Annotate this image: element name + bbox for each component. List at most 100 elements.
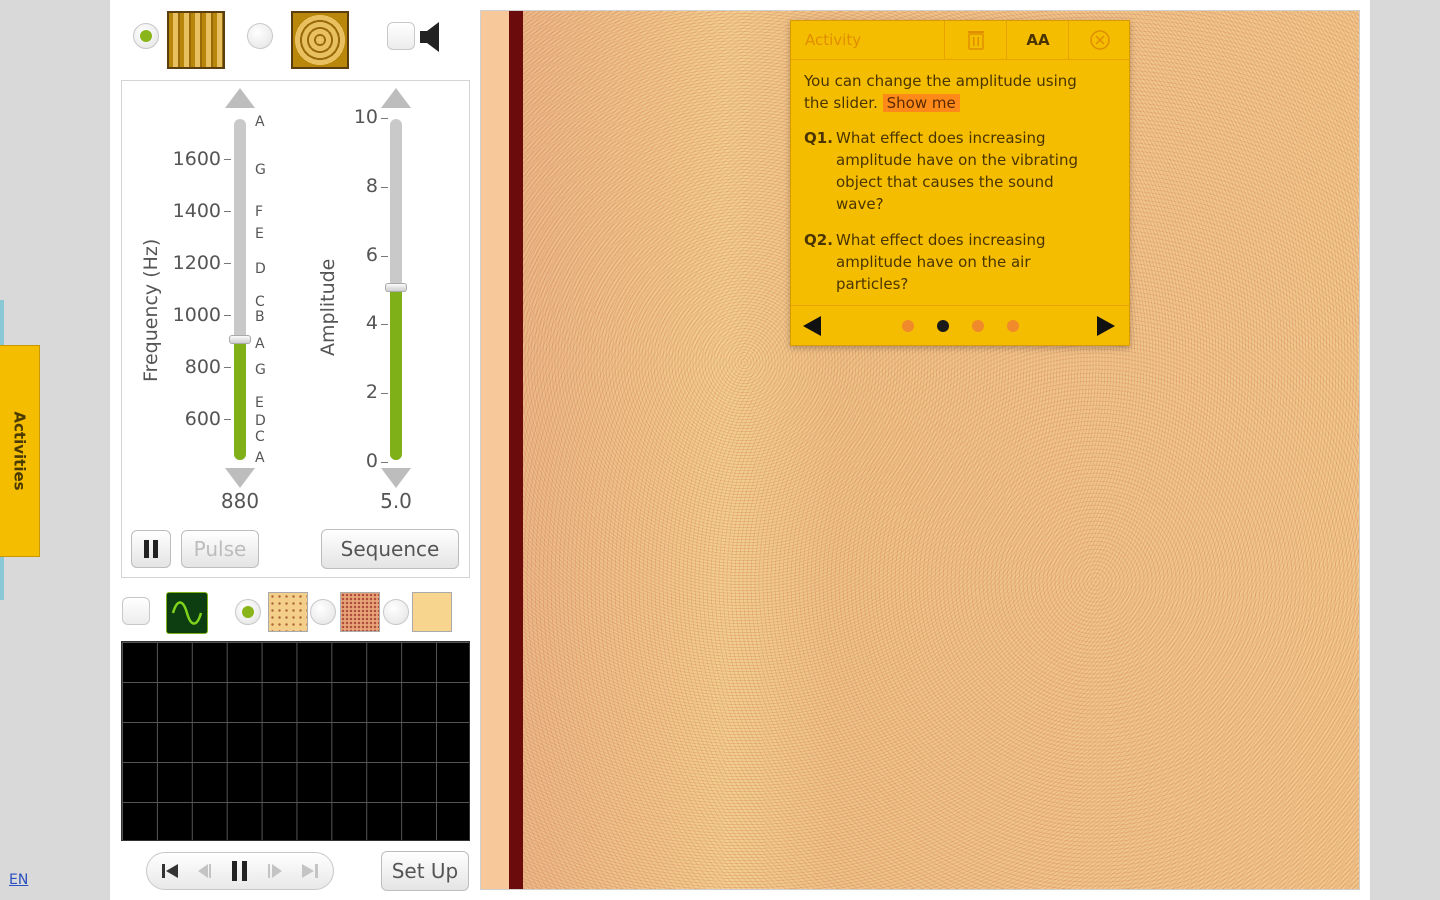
activity-footer: [791, 305, 1129, 346]
amplitude-slider-fill: [390, 289, 402, 460]
pause-button[interactable]: [131, 530, 171, 568]
activity-panel: Activity AA You can change the amplitude…: [790, 20, 1130, 346]
frequency-increase-arrow[interactable]: [225, 88, 255, 108]
amplitude-tick: 2: [365, 381, 378, 403]
amplitude-increase-arrow[interactable]: [381, 88, 411, 108]
frequency-tick: 1000: [172, 304, 221, 326]
page-dot-current[interactable]: [937, 320, 949, 332]
frequency-tick-mark: [224, 315, 231, 316]
frequency-decrease-arrow[interactable]: [225, 468, 255, 488]
sound-checkbox[interactable]: [387, 22, 415, 50]
setup-button[interactable]: Set Up: [381, 851, 469, 891]
frequency-tick-mark: [224, 367, 231, 368]
question-text: What effect does increasing amplitude ha…: [836, 231, 1046, 293]
skip-end-icon[interactable]: [295, 856, 325, 886]
frequency-tick: 1400: [172, 200, 221, 222]
frequency-tick-mark: [224, 263, 231, 264]
frequency-tick: 1200: [172, 252, 221, 274]
activity-intro: You can change the amplitude using the s…: [804, 70, 1104, 114]
note-label: D: [255, 413, 266, 429]
activity-header: Activity AA: [791, 21, 1129, 60]
amplitude-tick-mark: [381, 256, 388, 257]
pause-icon[interactable]: [225, 856, 255, 886]
amplitude-tick: 8: [365, 175, 378, 197]
trash-icon[interactable]: [944, 21, 1007, 59]
frequency-tick-mark: [224, 211, 231, 212]
particles-dense-radio[interactable]: [310, 599, 336, 625]
amplitude-tick: 0: [365, 450, 378, 472]
pressure-view-swatch[interactable]: [412, 592, 452, 632]
note-label: A: [255, 450, 265, 466]
activities-tab-label: Activities: [10, 411, 29, 491]
note-label: E: [255, 395, 264, 411]
note-label: C: [255, 429, 265, 445]
previous-arrow-icon[interactable]: [803, 316, 821, 336]
show-me-button[interactable]: Show me: [882, 94, 960, 112]
question-label: Q2.: [804, 231, 833, 249]
step-forward-icon[interactable]: [261, 856, 291, 886]
radio-selected-dot: [242, 606, 254, 618]
close-icon[interactable]: [1068, 21, 1130, 59]
note-label: B: [255, 309, 265, 325]
amplitude-tick-mark: [381, 187, 388, 188]
question-label: Q1.: [804, 129, 833, 147]
tuning-fork-bars-icon[interactable]: [167, 11, 225, 69]
page-dot[interactable]: [1007, 320, 1019, 332]
note-label: G: [255, 362, 266, 378]
activity-title: Activity: [805, 31, 862, 49]
pressure-view-radio[interactable]: [383, 599, 409, 625]
right-gutter: [1370, 0, 1440, 900]
playback-controls: [146, 852, 334, 890]
amplitude-tick-mark: [381, 393, 388, 394]
radio-selected-dot: [140, 30, 152, 42]
amplitude-tick-mark: [381, 462, 388, 463]
next-arrow-icon[interactable]: [1097, 316, 1115, 336]
language-link[interactable]: EN: [9, 872, 28, 888]
amplitude-tick: 4: [365, 312, 378, 334]
note-label: D: [255, 261, 266, 277]
amplitude-tick-mark: [381, 118, 388, 119]
source-radio-membrane[interactable]: [247, 23, 273, 49]
frequency-tick: 600: [184, 408, 221, 430]
frequency-tick: 1600: [172, 148, 221, 170]
simulation-edge: [481, 11, 509, 889]
pulse-button[interactable]: Pulse: [181, 530, 259, 568]
frequency-axis-title: Frequency (Hz): [140, 238, 162, 382]
amplitude-decrease-arrow[interactable]: [381, 468, 411, 488]
page-dot[interactable]: [972, 320, 984, 332]
frequency-tick-mark: [224, 419, 231, 420]
oscilloscope-display: [121, 641, 470, 841]
note-label: A: [255, 114, 265, 130]
activities-tab[interactable]: Activities: [0, 345, 40, 557]
amplitude-value: 5.0: [380, 489, 412, 513]
amplitude-axis-title: Amplitude: [317, 258, 339, 356]
step-back-icon[interactable]: [189, 856, 219, 886]
particles-sparse-swatch[interactable]: [268, 592, 308, 632]
show-wave-checkbox[interactable]: [122, 597, 150, 625]
source-radio-bars[interactable]: [133, 23, 159, 49]
pause-icon: [144, 540, 158, 558]
sequence-button[interactable]: Sequence: [321, 529, 459, 569]
question-text: What effect does increasing amplitude ha…: [836, 129, 1078, 213]
rewind-icon[interactable]: [155, 856, 185, 886]
note-label: C: [255, 294, 265, 310]
font-size-button[interactable]: AA: [1006, 21, 1069, 59]
note-label: A: [255, 336, 265, 352]
amplitude-tick-mark: [381, 324, 388, 325]
page-dot[interactable]: [902, 320, 914, 332]
note-label: G: [255, 162, 266, 178]
particles-dense-swatch[interactable]: [340, 592, 380, 632]
vibrating-membrane-icon[interactable]: [291, 11, 349, 69]
frequency-tick-mark: [224, 159, 231, 160]
sine-wave-icon[interactable]: [166, 592, 208, 634]
note-label: F: [255, 204, 264, 220]
note-label: E: [255, 226, 264, 242]
amplitude-slider-thumb[interactable]: [385, 283, 407, 292]
frequency-value: 880: [220, 489, 260, 513]
frequency-slider-thumb[interactable]: [229, 335, 251, 344]
vibrating-source-wall: [509, 11, 523, 889]
amplitude-tick: 10: [353, 106, 378, 128]
speaker-icon: [419, 20, 445, 54]
particles-sparse-radio[interactable]: [235, 599, 261, 625]
frequency-tick: 800: [184, 356, 221, 378]
